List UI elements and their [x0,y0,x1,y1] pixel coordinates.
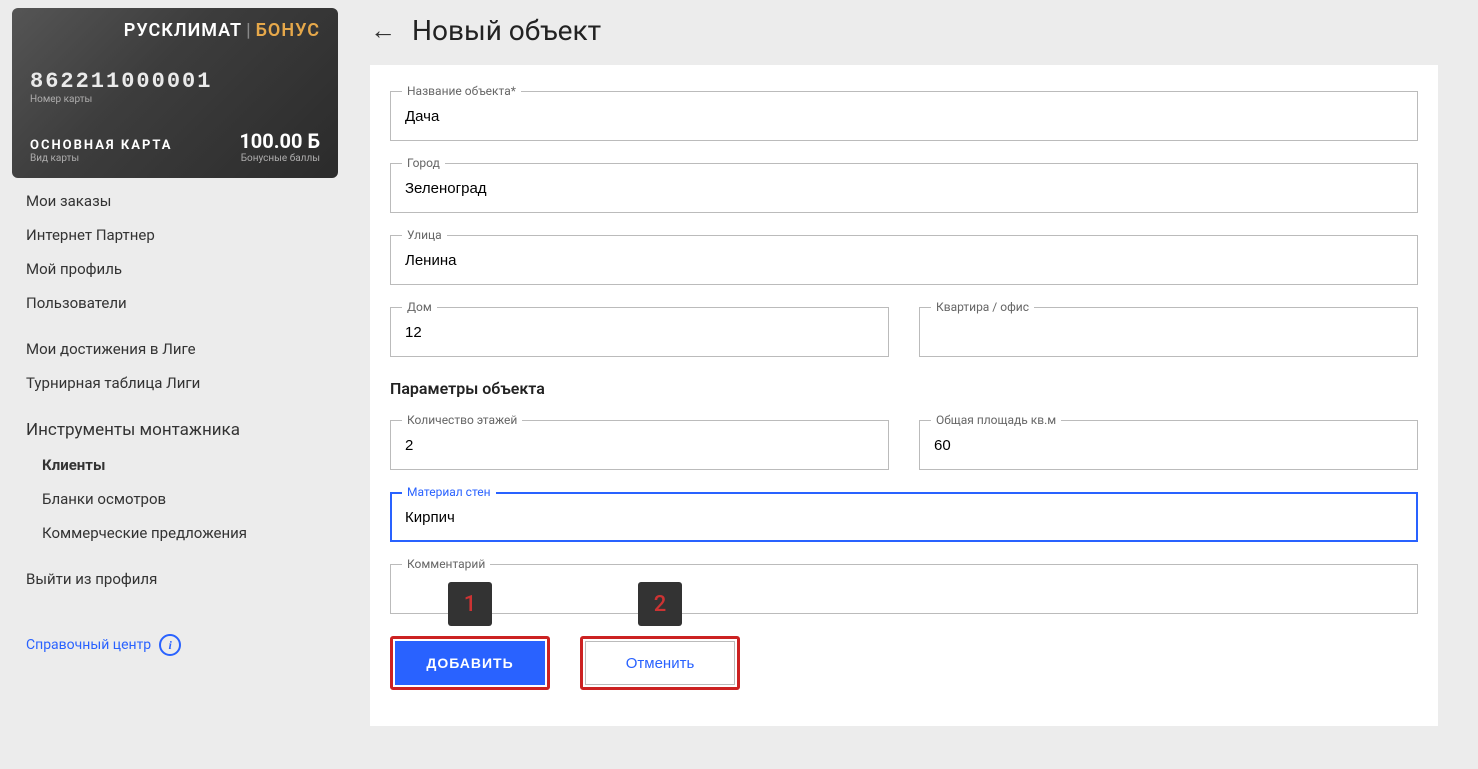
main: ← Новый объект Название объекта* Город У… [350,0,1478,769]
page-header: ← Новый объект [370,0,1438,65]
brand-logo: РУСКЛИМАТ|БОНУС [30,20,320,41]
label-area: Общая площадь кв.м [931,413,1061,427]
callout-marker-2: 2 [638,582,682,626]
nav-partner[interactable]: Интернет Партнер [12,218,338,252]
label-house: Дом [402,300,437,314]
callout-cancel: 2 Отменить [580,636,740,690]
section-params-heading: Параметры объекта [390,379,1418,398]
callout-add: 1 ДОБАВИТЬ [390,636,550,690]
field-house: Дом [390,307,889,357]
add-button[interactable]: ДОБАВИТЬ [395,641,545,685]
card-number: 862211000001 [30,69,320,94]
nav-orders[interactable]: Мои заказы [12,184,338,218]
nav-achievements[interactable]: Мои достижения в Лиге [12,332,338,366]
field-area: Общая площадь кв.м [919,420,1418,470]
input-street[interactable] [390,235,1418,285]
label-apartment: Квартира / офис [931,300,1034,314]
card-balance-label: Бонусные баллы [239,153,320,164]
field-street: Улица [390,235,1418,285]
card-type-label: Вид карты [30,153,173,164]
field-city: Город [390,163,1418,213]
help-label: Справочный центр [26,637,151,653]
input-object-name[interactable] [390,91,1418,141]
nav-tools-header: Инструменты монтажника [12,412,338,448]
field-apartment: Квартира / офис [919,307,1418,357]
card-number-label: Номер карты [30,94,320,105]
card-balance: 100.00 Б [239,129,320,153]
label-comment: Комментарий [402,557,490,571]
field-wall-material: Материал стен [390,492,1418,542]
field-floors: Количество этажей [390,420,889,470]
nav-clients[interactable]: Клиенты [28,448,338,482]
nav-commercial-offers[interactable]: Коммерческие предложения [28,516,338,550]
nav-users[interactable]: Пользователи [12,286,338,320]
cancel-button[interactable]: Отменить [585,641,735,685]
callout-marker-1: 1 [448,582,492,626]
button-row: 1 ДОБАВИТЬ 2 Отменить [390,636,1418,690]
nav-tournament[interactable]: Турнирная таблица Лиги [12,366,338,400]
nav-logout[interactable]: Выйти из профиля [12,562,338,596]
nav: Мои заказы Интернет Партнер Мой профиль … [12,184,338,664]
form-panel: Название объекта* Город Улица Дом Кварти… [370,65,1438,726]
input-floors[interactable] [390,420,889,470]
input-comment[interactable] [390,564,1418,614]
card-type: ОСНОВНАЯ КАРТА [30,138,173,153]
field-object-name: Название объекта* [390,91,1418,141]
label-street: Улица [402,228,447,242]
input-house[interactable] [390,307,889,357]
sidebar: РУСКЛИМАТ|БОНУС 862211000001 Номер карты… [0,0,350,769]
nav-inspection-forms[interactable]: Бланки осмотров [28,482,338,516]
nav-profile[interactable]: Мой профиль [12,252,338,286]
bonus-card: РУСКЛИМАТ|БОНУС 862211000001 Номер карты… [12,8,338,178]
label-city: Город [402,156,445,170]
field-comment: Комментарий [390,564,1418,614]
input-wall-material[interactable] [390,492,1418,542]
label-object-name: Название объекта* [402,84,521,98]
page-title: Новый объект [412,14,601,47]
back-arrow-icon[interactable]: ← [370,15,396,46]
label-floors: Количество этажей [402,413,522,427]
label-wall-material: Материал стен [402,485,496,499]
help-center-link[interactable]: Справочный центр i [12,626,338,664]
input-city[interactable] [390,163,1418,213]
info-icon: i [159,634,181,656]
input-area[interactable] [919,420,1418,470]
input-apartment[interactable] [919,307,1418,357]
